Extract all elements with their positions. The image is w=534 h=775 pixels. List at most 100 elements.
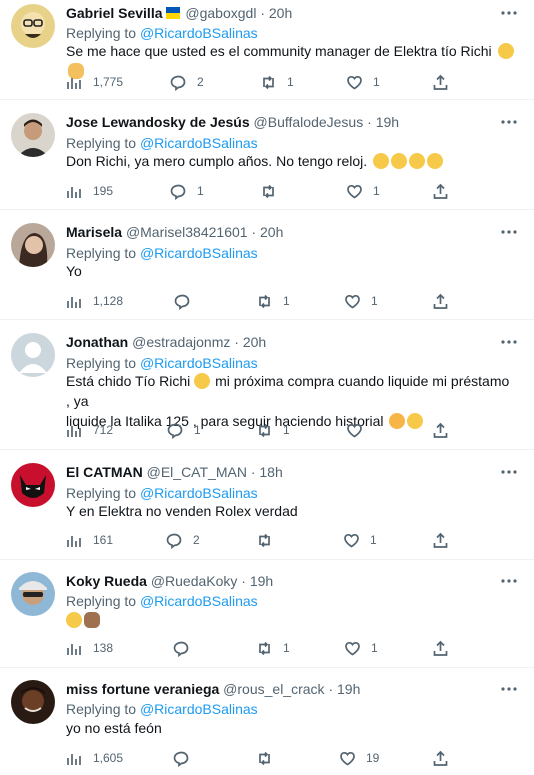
more-options-icon[interactable] [500, 577, 518, 585]
views-button[interactable]: 1,128 [66, 291, 123, 311]
reply-tweet[interactable]: Jonathan @estradajonmz · 20h Replying to… [0, 320, 534, 450]
mention-link[interactable]: @RicardoBSalinas [140, 25, 258, 41]
timestamp[interactable]: 20h [243, 334, 266, 350]
reply-tweet[interactable]: Marisela @Marisel38421601 · 20h Replying… [0, 210, 534, 320]
tweet-text-content: Yo [66, 263, 82, 279]
retweet-button[interactable]: 1 [256, 420, 290, 440]
share-button[interactable] [432, 748, 449, 768]
share-button[interactable] [432, 181, 449, 201]
share-button[interactable] [432, 638, 449, 658]
thumbs-up-icon [84, 612, 100, 628]
mention-link[interactable]: @RicardoBSalinas [140, 593, 258, 609]
avatar[interactable] [11, 572, 55, 616]
replying-to: Replying to @RicardoBSalinas [66, 700, 258, 718]
reply-button[interactable] [174, 291, 201, 311]
display-name[interactable]: Gabriel Sevilla [66, 5, 163, 21]
avatar[interactable] [11, 333, 55, 377]
display-name[interactable]: Jonathan [66, 334, 128, 350]
share-button[interactable] [432, 72, 449, 92]
like-button[interactable]: 1 [343, 530, 377, 550]
reply-tweet[interactable]: Jose Lewandosky de Jesús @BuffalodeJesus… [0, 100, 534, 210]
views-button[interactable]: 138 [66, 638, 113, 658]
retweet-button[interactable]: 1 [256, 638, 290, 658]
retweet-button[interactable] [256, 748, 283, 768]
mention-link[interactable]: @RicardoBSalinas [140, 355, 258, 371]
retweet-button[interactable]: 1 [256, 291, 290, 311]
more-options-icon[interactable] [500, 9, 518, 17]
reply-button[interactable] [173, 638, 200, 658]
views-button[interactable]: 1,775 [66, 72, 123, 92]
display-name[interactable]: Jose Lewandosky de Jesús [66, 114, 250, 130]
mention-link[interactable]: @RicardoBSalinas [140, 701, 258, 717]
avatar[interactable] [11, 463, 55, 507]
share-button[interactable] [432, 291, 449, 311]
heart-icon [347, 423, 362, 437]
mention-link[interactable]: @RicardoBSalinas [140, 485, 258, 501]
like-button[interactable]: 19 [339, 748, 379, 768]
more-options-icon[interactable] [500, 118, 518, 126]
like-count: 19 [366, 751, 380, 765]
user-handle[interactable]: @gaboxgdl [185, 5, 256, 21]
display-name[interactable]: El CATMAN [66, 464, 143, 480]
share-button[interactable] [432, 530, 449, 550]
views-button[interactable]: 712 [66, 420, 113, 440]
tweet-header: El CATMAN @El_CAT_MAN · 18h [66, 463, 283, 481]
like-button[interactable]: 1 [344, 638, 378, 658]
more-options-icon[interactable] [500, 468, 518, 476]
avatar[interactable] [11, 680, 55, 724]
user-handle[interactable]: @Marisel38421601 [126, 224, 248, 240]
timestamp[interactable]: 19h [250, 573, 273, 589]
retweet-button[interactable] [260, 181, 287, 201]
face-with-tears-of-joy-icon [497, 43, 514, 59]
timestamp[interactable]: 20h [269, 5, 292, 21]
avatar[interactable] [11, 4, 55, 48]
mention-link[interactable]: @RicardoBSalinas [140, 245, 258, 261]
heart-icon [347, 184, 362, 198]
retweet-icon [263, 184, 274, 198]
share-icon [433, 183, 448, 199]
user-handle[interactable]: @RuedaKoky [151, 573, 238, 589]
display-name[interactable]: miss fortune veraniega [66, 681, 219, 697]
reply-button[interactable] [173, 748, 200, 768]
more-options-icon[interactable] [500, 685, 518, 693]
timestamp[interactable]: 20h [260, 224, 283, 240]
like-button[interactable]: 1 [346, 72, 380, 92]
reply-tweet[interactable]: Koky Rueda @RuedaKoky · 19h Replying to … [0, 560, 534, 668]
mention-link[interactable]: @RicardoBSalinas [140, 135, 258, 151]
display-name[interactable]: Marisela [66, 224, 122, 240]
views-count: 195 [93, 184, 114, 198]
avatar[interactable] [11, 113, 55, 157]
timestamp[interactable]: 19h [376, 114, 399, 130]
views-button[interactable]: 1,605 [66, 748, 123, 768]
tweet-header: Koky Rueda @RuedaKoky · 19h [66, 572, 273, 590]
timestamp[interactable]: 19h [337, 681, 360, 697]
reply-tweet[interactable]: El CATMAN @El_CAT_MAN · 18h Replying to … [0, 450, 534, 560]
avatar[interactable] [11, 223, 55, 267]
user-handle[interactable]: @El_CAT_MAN [147, 464, 247, 480]
more-options-icon[interactable] [500, 228, 518, 236]
reply-button[interactable]: 1 [170, 181, 204, 201]
views-button[interactable]: 195 [66, 181, 113, 201]
user-handle[interactable]: @BuffalodeJesus [254, 114, 364, 130]
views-button[interactable]: 161 [66, 530, 113, 550]
retweet-button[interactable] [256, 530, 283, 550]
user-handle[interactable]: @rous_el_crack [223, 681, 324, 697]
like-button[interactable] [346, 420, 373, 440]
timestamp[interactable]: 18h [259, 464, 282, 480]
retweet-count: 1 [287, 75, 294, 89]
reply-button[interactable]: 2 [166, 530, 200, 550]
more-options-icon[interactable] [500, 338, 518, 346]
share-button[interactable] [432, 420, 449, 440]
reply-button[interactable]: 2 [170, 72, 204, 92]
display-name[interactable]: Koky Rueda [66, 573, 147, 589]
reply-tweet[interactable]: Gabriel Sevilla @gaboxgdl · 20h Replying… [0, 0, 534, 100]
crying-face-icon [373, 153, 390, 169]
reply-button[interactable]: 1 [167, 420, 201, 440]
retweet-button[interactable]: 1 [260, 72, 294, 92]
user-handle[interactable]: @estradajonmz [132, 334, 230, 350]
tweet-text [66, 610, 516, 630]
like-button[interactable]: 1 [346, 181, 380, 201]
like-button[interactable]: 1 [344, 291, 378, 311]
tweet-text-content: Y en Elektra no venden Rolex verdad [66, 503, 298, 519]
reply-tweet[interactable]: miss fortune veraniega @rous_el_crack · … [0, 668, 534, 775]
